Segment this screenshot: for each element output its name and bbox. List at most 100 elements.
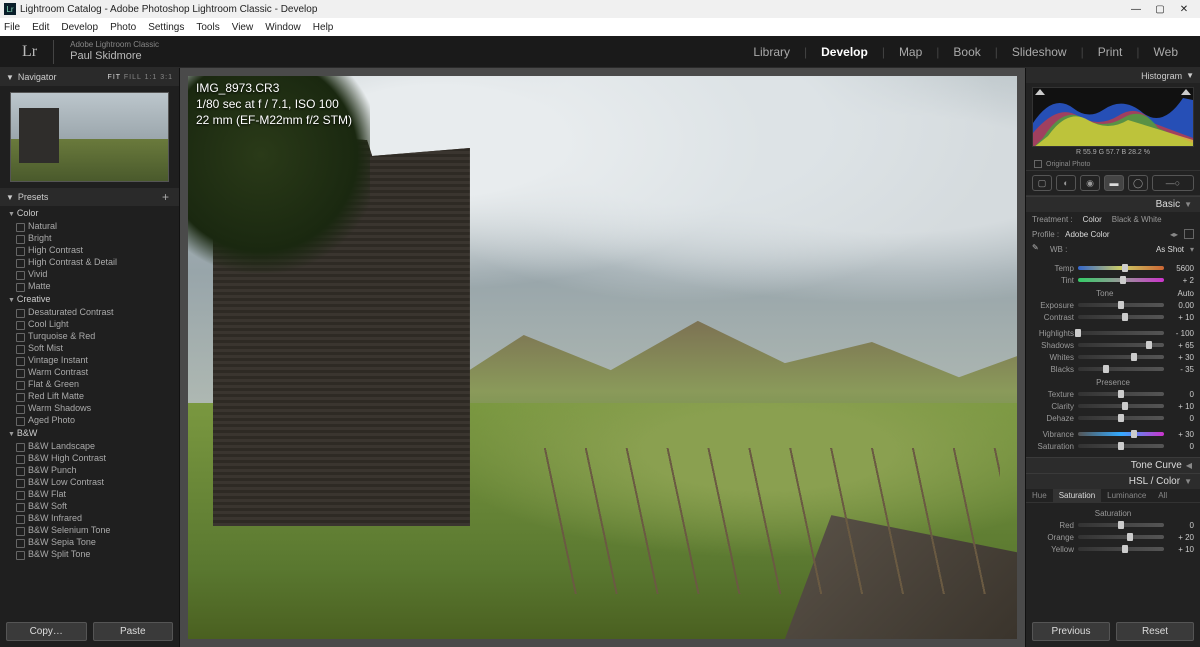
preset-item[interactable]: Turquoise & Red [0, 330, 179, 342]
slider-track[interactable] [1078, 432, 1164, 436]
original-photo-toggle[interactable]: Original Photo [1026, 158, 1200, 170]
preset-item[interactable]: High Contrast [0, 244, 179, 256]
checkbox-icon[interactable] [1034, 160, 1042, 168]
menu-tools[interactable]: Tools [196, 22, 219, 33]
treatment-bw[interactable]: Black & White [1112, 215, 1162, 224]
preset-item[interactable]: B&W Landscape [0, 440, 179, 452]
radial-tool-icon[interactable]: ◯ [1128, 175, 1148, 191]
add-preset-button[interactable]: + [158, 190, 173, 204]
slider-track[interactable] [1078, 278, 1164, 282]
preset-group[interactable]: Creative [0, 292, 179, 306]
hsl-tab-all[interactable]: All [1152, 489, 1173, 502]
menu-develop[interactable]: Develop [61, 22, 98, 33]
module-map[interactable]: Map [899, 45, 922, 59]
hsl-tab-luminance[interactable]: Luminance [1101, 489, 1152, 502]
preset-item[interactable]: B&W Flat [0, 488, 179, 500]
hsl-tab-hue[interactable]: Hue [1026, 489, 1053, 502]
preset-item[interactable]: Warm Contrast [0, 366, 179, 378]
spot-tool-icon[interactable]: ◐ [1056, 175, 1076, 191]
preset-item[interactable]: B&W Low Contrast [0, 476, 179, 488]
menu-settings[interactable]: Settings [148, 22, 184, 33]
slider-track[interactable] [1078, 355, 1164, 359]
image-canvas[interactable]: IMG_8973.CR3 1/80 sec at f / 7.1, ISO 10… [180, 68, 1025, 647]
slider-track[interactable] [1078, 392, 1164, 396]
slider-track[interactable] [1078, 444, 1164, 448]
presets-header[interactable]: ▼ Presets + [0, 188, 179, 206]
previous-button[interactable]: Previous [1032, 622, 1110, 641]
slider-track[interactable] [1078, 303, 1164, 307]
maximize-button[interactable]: ▢ [1148, 4, 1172, 15]
preset-item[interactable]: Aged Photo [0, 414, 179, 426]
module-slideshow[interactable]: Slideshow [1012, 45, 1067, 59]
minimize-button[interactable]: — [1124, 4, 1148, 15]
preset-group[interactable]: B&W [0, 426, 179, 440]
preset-item[interactable]: Desaturated Contrast [0, 306, 179, 318]
module-library[interactable]: Library [753, 45, 790, 59]
reset-button[interactable]: Reset [1116, 622, 1194, 641]
nav-mode-ratio[interactable]: 3:1 [160, 74, 173, 81]
histogram-header[interactable]: Histogram ▼ [1026, 68, 1200, 83]
preset-item[interactable]: Cool Light [0, 318, 179, 330]
close-button[interactable]: ✕ [1172, 4, 1196, 15]
slider-track[interactable] [1078, 367, 1164, 371]
menu-file[interactable]: File [4, 22, 20, 33]
nav-mode-fill[interactable]: FILL [124, 74, 142, 81]
slider-track[interactable] [1078, 547, 1164, 551]
menu-help[interactable]: Help [313, 22, 334, 33]
preset-item[interactable]: Red Lift Matte [0, 390, 179, 402]
preset-item[interactable]: Vivid [0, 268, 179, 280]
basic-panel-header[interactable]: Basic ▼ [1026, 196, 1200, 212]
preset-item[interactable]: B&W Split Tone [0, 548, 179, 560]
preset-item[interactable]: Vintage Instant [0, 354, 179, 366]
slider-track[interactable] [1078, 535, 1164, 539]
redeye-tool-icon[interactable]: ◉ [1080, 175, 1100, 191]
preset-item[interactable]: B&W Infrared [0, 512, 179, 524]
paste-button[interactable]: Paste [93, 622, 174, 641]
menu-window[interactable]: Window [265, 22, 301, 33]
wb-value[interactable]: As Shot [1156, 245, 1184, 254]
preset-item[interactable]: Soft Mist [0, 342, 179, 354]
module-print[interactable]: Print [1098, 45, 1123, 59]
module-book[interactable]: Book [953, 45, 980, 59]
slider-track[interactable] [1078, 523, 1164, 527]
preset-item[interactable]: B&W Selenium Tone [0, 524, 179, 536]
preset-item[interactable]: High Contrast & Detail [0, 256, 179, 268]
tone-curve-header[interactable]: Tone Curve ◀ [1026, 457, 1200, 473]
navigator-header[interactable]: ▼ Navigator FIT FILL 1:1 3:1 [0, 68, 179, 86]
nav-mode-1-1[interactable]: 1:1 [145, 74, 158, 81]
wb-picker-icon[interactable]: ✎ [1032, 243, 1044, 255]
slider-track[interactable] [1078, 404, 1164, 408]
preset-item[interactable]: B&W High Contrast [0, 452, 179, 464]
menu-photo[interactable]: Photo [110, 22, 136, 33]
preset-item[interactable]: B&W Punch [0, 464, 179, 476]
slider-track[interactable] [1078, 416, 1164, 420]
hsl-header[interactable]: HSL / Color ▼ [1026, 473, 1200, 489]
slider-track[interactable] [1078, 266, 1164, 270]
histogram-chart[interactable] [1032, 87, 1194, 147]
profile-nav-icon[interactable]: ◂▸ [1170, 230, 1178, 239]
preset-item[interactable]: Warm Shadows [0, 402, 179, 414]
brush-tool-icon[interactable]: —○ [1152, 175, 1194, 191]
preset-group[interactable]: Color [0, 206, 179, 220]
auto-tone-button[interactable]: Auto [1178, 289, 1194, 298]
profile-browser-icon[interactable] [1184, 229, 1194, 239]
menu-view[interactable]: View [232, 22, 254, 33]
dropdown-icon[interactable]: ▾ [1190, 245, 1194, 254]
preset-item[interactable]: B&W Sepia Tone [0, 536, 179, 548]
preset-item[interactable]: Natural [0, 220, 179, 232]
preset-item[interactable]: Matte [0, 280, 179, 292]
hsl-tab-saturation[interactable]: Saturation [1053, 489, 1101, 502]
preset-item[interactable]: Bright [0, 232, 179, 244]
slider-track[interactable] [1078, 315, 1164, 319]
slider-track[interactable] [1078, 343, 1164, 347]
navigator-thumbnail[interactable] [10, 92, 169, 182]
gradient-tool-icon[interactable]: ▬ [1104, 175, 1124, 191]
preset-item[interactable]: B&W Soft [0, 500, 179, 512]
copy-button[interactable]: Copy… [6, 622, 87, 641]
treatment-color[interactable]: Color [1083, 215, 1102, 224]
crop-tool-icon[interactable]: ▢ [1032, 175, 1052, 191]
module-web[interactable]: Web [1154, 45, 1178, 59]
slider-track[interactable] [1078, 331, 1164, 335]
module-develop[interactable]: Develop [821, 45, 868, 59]
menu-edit[interactable]: Edit [32, 22, 49, 33]
